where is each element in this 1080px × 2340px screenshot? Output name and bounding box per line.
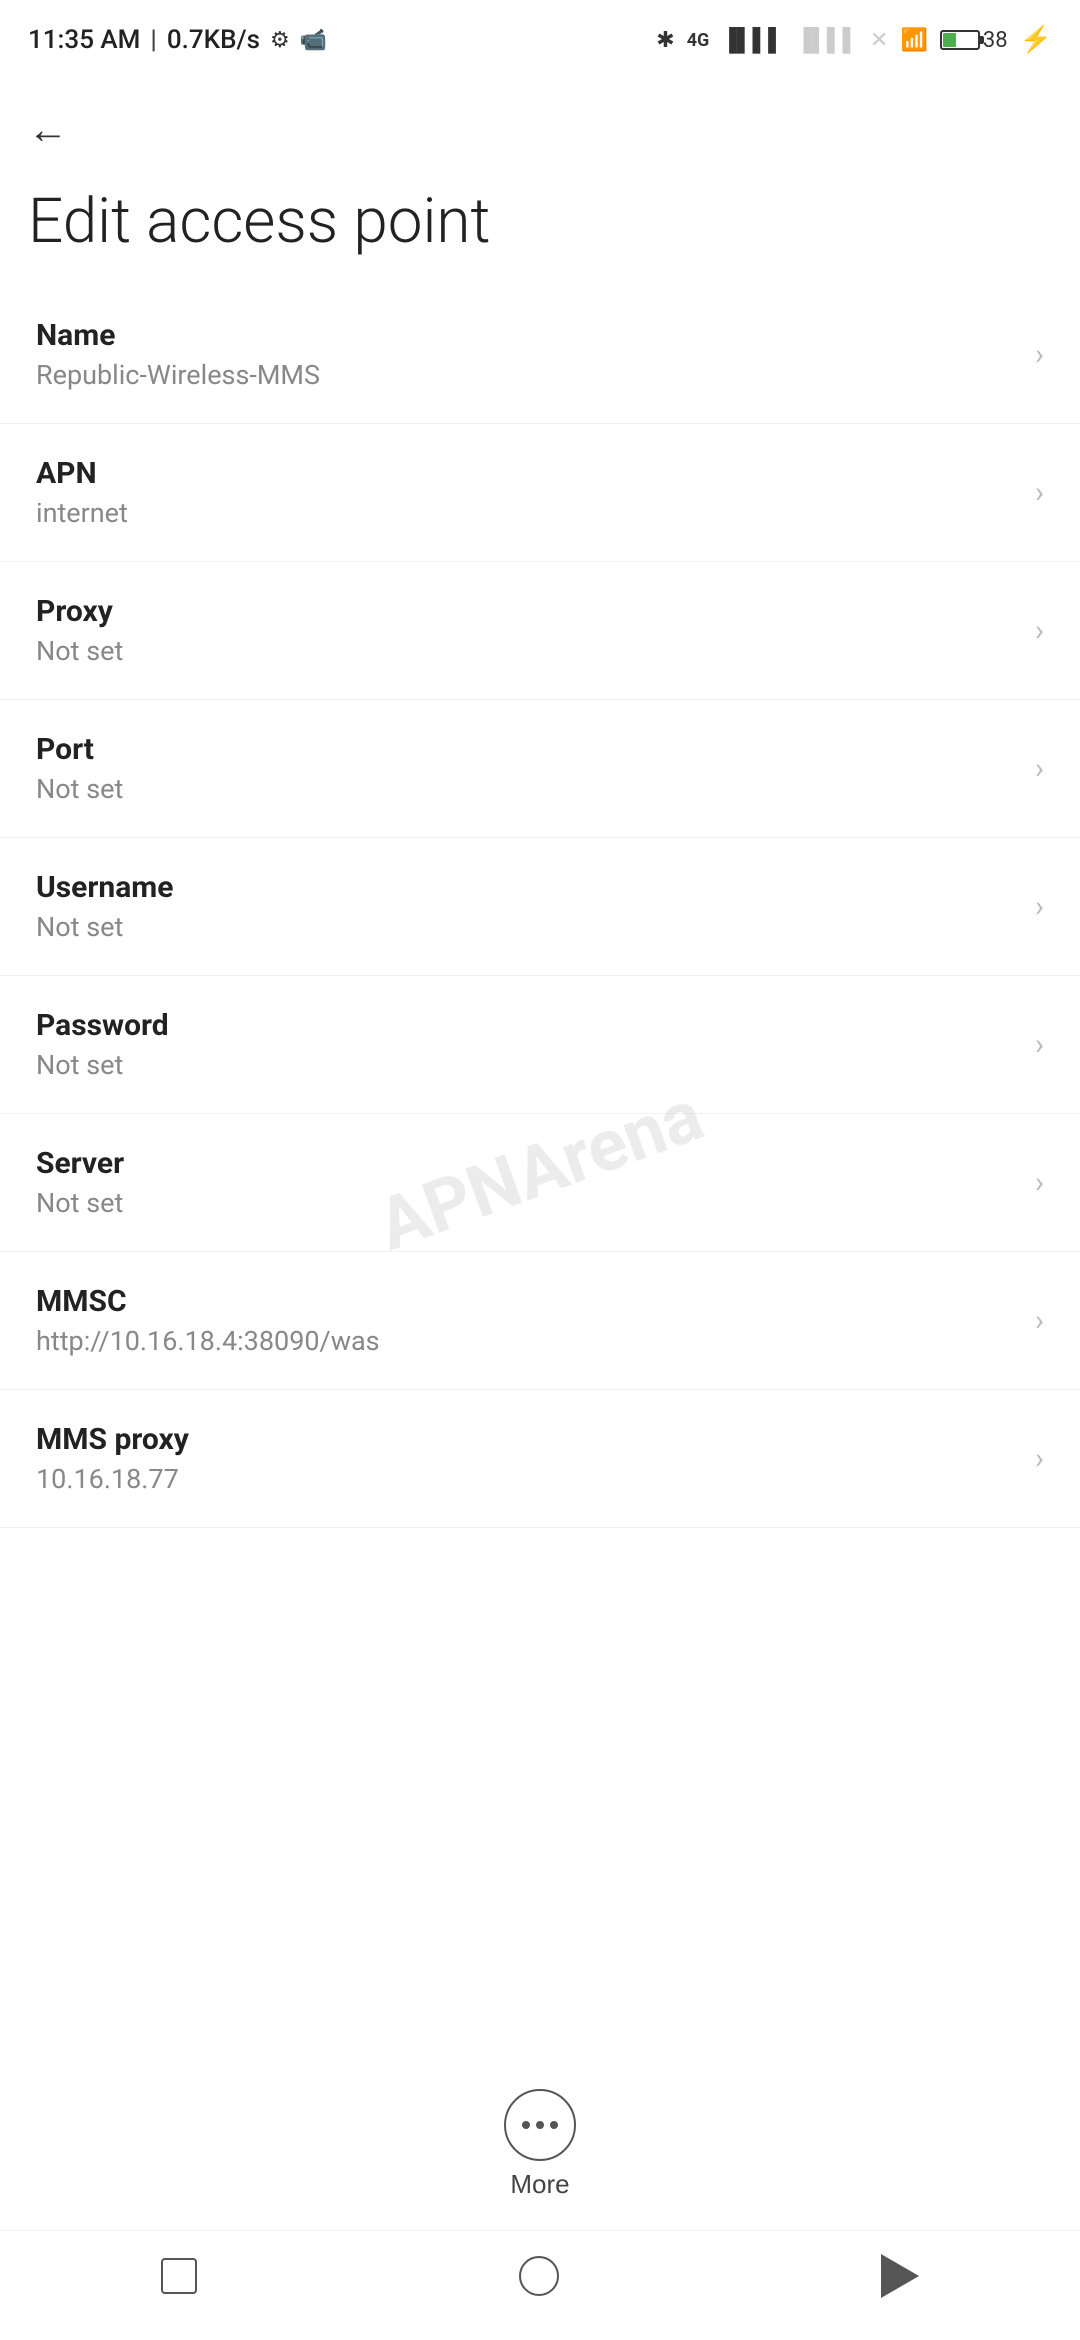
more-section: More — [0, 2049, 1080, 2230]
chevron-icon-6: › — [1035, 1165, 1044, 1200]
back-area: ← — [0, 72, 1080, 168]
settings-item-value-5: Not set — [36, 1049, 1019, 1081]
nav-bar — [0, 2230, 1080, 2340]
settings-item-7[interactable]: MMSC http://10.16.18.4:38090/was › — [0, 1252, 1080, 1390]
settings-item-value-3: Not set — [36, 773, 1019, 805]
chevron-icon-0: › — [1035, 337, 1044, 372]
back-arrow-icon: ← — [28, 110, 68, 150]
settings-item-value-1: internet — [36, 497, 1019, 529]
chevron-icon-5: › — [1035, 1027, 1044, 1062]
bluetooth-icon: ✱ — [656, 28, 674, 53]
network-speed: 0.7KB/s — [167, 25, 260, 55]
chevron-icon-7: › — [1035, 1303, 1044, 1338]
chevron-icon-1: › — [1035, 475, 1044, 510]
settings-item-value-8: 10.16.18.77 — [36, 1463, 1019, 1495]
more-dot-3 — [550, 2121, 558, 2129]
chevron-icon-3: › — [1035, 751, 1044, 786]
nav-home-button[interactable] — [505, 2242, 573, 2310]
settings-item-5[interactable]: Password Not set › — [0, 976, 1080, 1114]
battery-percent: 38 — [983, 28, 1008, 53]
home-icon — [519, 2256, 559, 2296]
settings-item-0[interactable]: Name Republic-Wireless-MMS › — [0, 286, 1080, 424]
settings-item-label-2: Proxy — [36, 594, 1019, 629]
settings-item-value-2: Not set — [36, 635, 1019, 667]
chevron-icon-2: › — [1035, 613, 1044, 648]
more-button[interactable]: More — [484, 2079, 596, 2210]
settings-item-content-2: Proxy Not set — [36, 594, 1019, 667]
back-button[interactable]: ← — [20, 102, 76, 158]
charging-icon: ⚡ — [1020, 25, 1052, 55]
settings-item-1[interactable]: APN internet › — [0, 424, 1080, 562]
chevron-icon-8: › — [1035, 1441, 1044, 1476]
settings-item-label-5: Password — [36, 1008, 1019, 1043]
settings-item-value-4: Not set — [36, 911, 1019, 943]
settings-item-3[interactable]: Port Not set › — [0, 700, 1080, 838]
settings-item-2[interactable]: Proxy Not set › — [0, 562, 1080, 700]
signal-bars-icon: ▐▌▌▌ — [721, 27, 783, 53]
more-dots-circle — [504, 2089, 576, 2161]
settings-item-content-4: Username Not set — [36, 870, 1019, 943]
settings-item-value-7: http://10.16.18.4:38090/was — [36, 1325, 1019, 1357]
nav-recents-button[interactable] — [147, 2244, 211, 2308]
more-dot-1 — [522, 2121, 530, 2129]
settings-item-4[interactable]: Username Not set › — [0, 838, 1080, 976]
settings-item-6[interactable]: Server Not set › — [0, 1114, 1080, 1252]
wifi-icon: 📶 — [900, 28, 927, 53]
settings-item-label-0: Name — [36, 318, 1019, 353]
settings-item-label-8: MMS proxy — [36, 1422, 1019, 1457]
settings-item-content-8: MMS proxy 10.16.18.77 — [36, 1422, 1019, 1495]
separator: | — [150, 25, 156, 55]
chevron-icon-4: › — [1035, 889, 1044, 924]
signal-4g-icon: 4G — [687, 30, 710, 51]
settings-item-value-0: Republic-Wireless-MMS — [36, 359, 1019, 391]
no-signal-icon: ✕ — [870, 28, 888, 53]
more-label: More — [510, 2169, 569, 2200]
battery-indicator: 38 — [940, 28, 1008, 53]
settings-item-content-0: Name Republic-Wireless-MMS — [36, 318, 1019, 391]
settings-item-label-3: Port — [36, 732, 1019, 767]
settings-item-label-4: Username — [36, 870, 1019, 905]
page-title: Edit access point — [0, 168, 1080, 286]
settings-item-content-1: APN internet — [36, 456, 1019, 529]
recents-icon — [161, 2258, 197, 2294]
settings-item-value-6: Not set — [36, 1187, 1019, 1219]
video-icon: 📹 — [300, 28, 327, 53]
settings-item-content-7: MMSC http://10.16.18.4:38090/was — [36, 1284, 1019, 1357]
status-right: ✱ 4G ▐▌▌▌ ▐▌▌▌ ✕ 📶 38 ⚡ — [656, 25, 1052, 55]
signal-bars2-icon: ▐▌▌▌ — [796, 27, 858, 53]
settings-item-8[interactable]: MMS proxy 10.16.18.77 › — [0, 1390, 1080, 1528]
settings-icon: ⚙ — [270, 28, 290, 53]
status-left: 11:35 AM | 0.7KB/s ⚙ 📹 — [28, 25, 327, 55]
settings-item-content-6: Server Not set — [36, 1146, 1019, 1219]
back-nav-icon — [881, 2254, 919, 2298]
nav-back-button[interactable] — [867, 2240, 933, 2312]
status-bar: 11:35 AM | 0.7KB/s ⚙ 📹 ✱ 4G ▐▌▌▌ ▐▌▌▌ ✕ … — [0, 0, 1080, 72]
settings-item-content-5: Password Not set — [36, 1008, 1019, 1081]
settings-item-label-7: MMSC — [36, 1284, 1019, 1319]
settings-item-label-6: Server — [36, 1146, 1019, 1181]
time: 11:35 AM — [28, 25, 140, 55]
battery-icon — [940, 30, 980, 50]
settings-list: NameRepublic-Wireless-MMS›APNinternet›Pr… — [0, 286, 1080, 2049]
battery-fill — [943, 33, 956, 47]
settings-item-content-3: Port Not set — [36, 732, 1019, 805]
more-dot-2 — [536, 2121, 544, 2129]
settings-item-label-1: APN — [36, 456, 1019, 491]
